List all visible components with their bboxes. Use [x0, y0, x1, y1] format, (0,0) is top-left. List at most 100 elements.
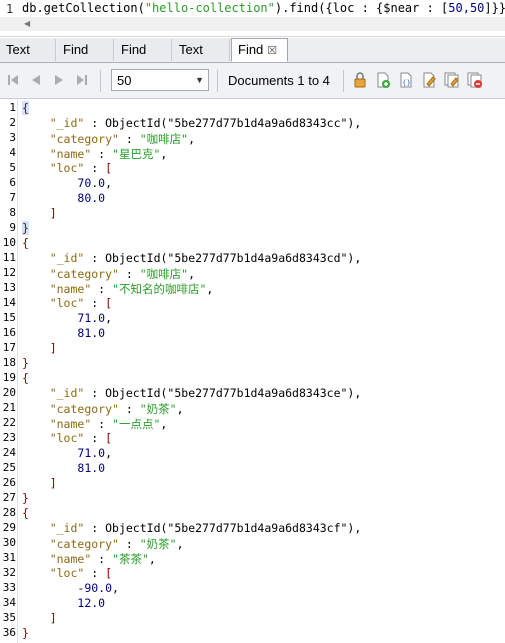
- field-key: "category": [49, 132, 119, 146]
- delete-document-icon[interactable]: [467, 72, 483, 88]
- code-token: ,: [354, 116, 362, 130]
- tab-find-2[interactable]: Find: [115, 39, 172, 61]
- category-value: "奶茶": [139, 537, 177, 551]
- query-collection: "hello-collection": [144, 1, 275, 15]
- code-line: ]: [22, 611, 57, 625]
- code-line: }: [22, 626, 29, 640]
- line-number: 17: [2, 341, 16, 354]
- tab-strip: Text Find Find Text Find ☒: [0, 38, 505, 63]
- code-token: ,: [148, 552, 156, 566]
- line-number: 9: [9, 221, 16, 234]
- bracket-open: [: [105, 161, 113, 175]
- bracket-open: [: [105, 431, 113, 445]
- edit-multiple-icon[interactable]: [444, 72, 460, 88]
- previous-page-icon[interactable]: [29, 72, 43, 88]
- add-document-icon[interactable]: [375, 72, 391, 88]
- edit-document-icon[interactable]: [421, 72, 437, 88]
- code-token: :: [118, 402, 140, 416]
- code-token: :: [91, 552, 113, 566]
- bracket-open: [: [105, 296, 113, 310]
- close-icon[interactable]: ☒: [267, 45, 277, 57]
- tab-find-1[interactable]: Find: [57, 39, 114, 61]
- code-token: :: [118, 537, 140, 551]
- svg-text:{}: {}: [402, 79, 411, 87]
- horizontal-scrollbar[interactable]: [0, 17, 505, 31]
- tab-label: Find: [121, 42, 147, 57]
- code-token: ,: [105, 446, 113, 460]
- loc-value: 81.0: [77, 461, 106, 475]
- query-coords: 50,50: [448, 1, 485, 15]
- query-editor[interactable]: 1 db.getCollection("hello-collection").f…: [0, 0, 505, 37]
- toolbar-separator: [217, 70, 218, 92]
- query-code[interactable]: db.getCollection("hello-collection").fin…: [22, 1, 505, 15]
- tab-text-1[interactable]: Text: [0, 39, 56, 61]
- code-line: {: [22, 371, 29, 385]
- code-line: 71.0,: [22, 311, 112, 325]
- code-line: ]: [22, 341, 57, 355]
- code-token: ,: [160, 417, 168, 431]
- code-token: ,: [105, 176, 113, 190]
- page-size-select[interactable]: 50 ▼: [111, 69, 209, 91]
- field-key: "category": [49, 402, 119, 416]
- code-line: ]: [22, 206, 57, 220]
- field-key: "_id": [49, 116, 85, 130]
- code-line: "category" : "咖啡店",: [22, 131, 195, 147]
- object-id-value: ObjectId("5be277d77b1d4a9a6d8343ce"): [105, 386, 355, 400]
- results-editor[interactable]: 1 2 3 4 5 6 7 8 9 10 11 12 13 14 15 16 17 18 19 20 21 22 23 24 2…: [0, 99, 505, 643]
- field-key: "_id": [49, 251, 85, 265]
- loc-value: 71.0: [77, 446, 106, 460]
- line-number: 2: [9, 116, 16, 129]
- line-number: 4: [9, 146, 16, 159]
- code-token: ,: [354, 521, 362, 535]
- json-document-icon[interactable]: {}: [398, 72, 414, 88]
- line-number: 3: [9, 131, 16, 144]
- scroll-left-icon[interactable]: ◀: [24, 19, 30, 28]
- line-number: 26: [2, 476, 16, 489]
- category-value: "咖啡店": [139, 267, 189, 281]
- tab-label: Text: [179, 42, 203, 57]
- code-line: }: [22, 221, 29, 235]
- line-number: 36: [2, 626, 16, 639]
- line-number: 6: [9, 176, 16, 189]
- last-page-icon[interactable]: [75, 72, 89, 88]
- code-line: 81.0: [22, 326, 105, 340]
- chevron-down-icon[interactable]: ▼: [195, 75, 204, 85]
- code-token: ,: [206, 282, 214, 296]
- line-number: 5: [9, 161, 16, 174]
- line-number: 8: [9, 206, 16, 219]
- query-suffix: ]}});: [484, 1, 505, 15]
- line-number: 34: [2, 596, 16, 609]
- bracket-close: ]: [49, 611, 57, 625]
- first-page-icon[interactable]: [6, 72, 20, 88]
- line-number-gutter: 1 2 3 4 5 6 7 8 9 10 11 12 13 14 15 16 17 18 19 20 21 22 23 24 2…: [0, 99, 18, 643]
- code-line: "category" : "奶茶",: [22, 536, 184, 552]
- code-line: }: [22, 356, 29, 370]
- field-key: "loc": [49, 431, 85, 445]
- line-number: 35: [2, 611, 16, 624]
- query-middle: ).find({loc : {$near : [: [274, 1, 449, 15]
- code-token: ,: [105, 311, 113, 325]
- next-page-icon[interactable]: [52, 72, 66, 88]
- line-number: 28: [2, 506, 16, 519]
- field-key: "name": [49, 552, 92, 566]
- tab-find-active[interactable]: Find ☒: [231, 38, 288, 62]
- lock-icon[interactable]: [352, 72, 368, 88]
- tab-text-2[interactable]: Text: [173, 39, 230, 61]
- line-number: 13: [2, 281, 16, 294]
- brace-close: }: [22, 626, 29, 640]
- code-line: "category" : "咖啡店",: [22, 266, 195, 282]
- tab-label: Text: [6, 42, 30, 57]
